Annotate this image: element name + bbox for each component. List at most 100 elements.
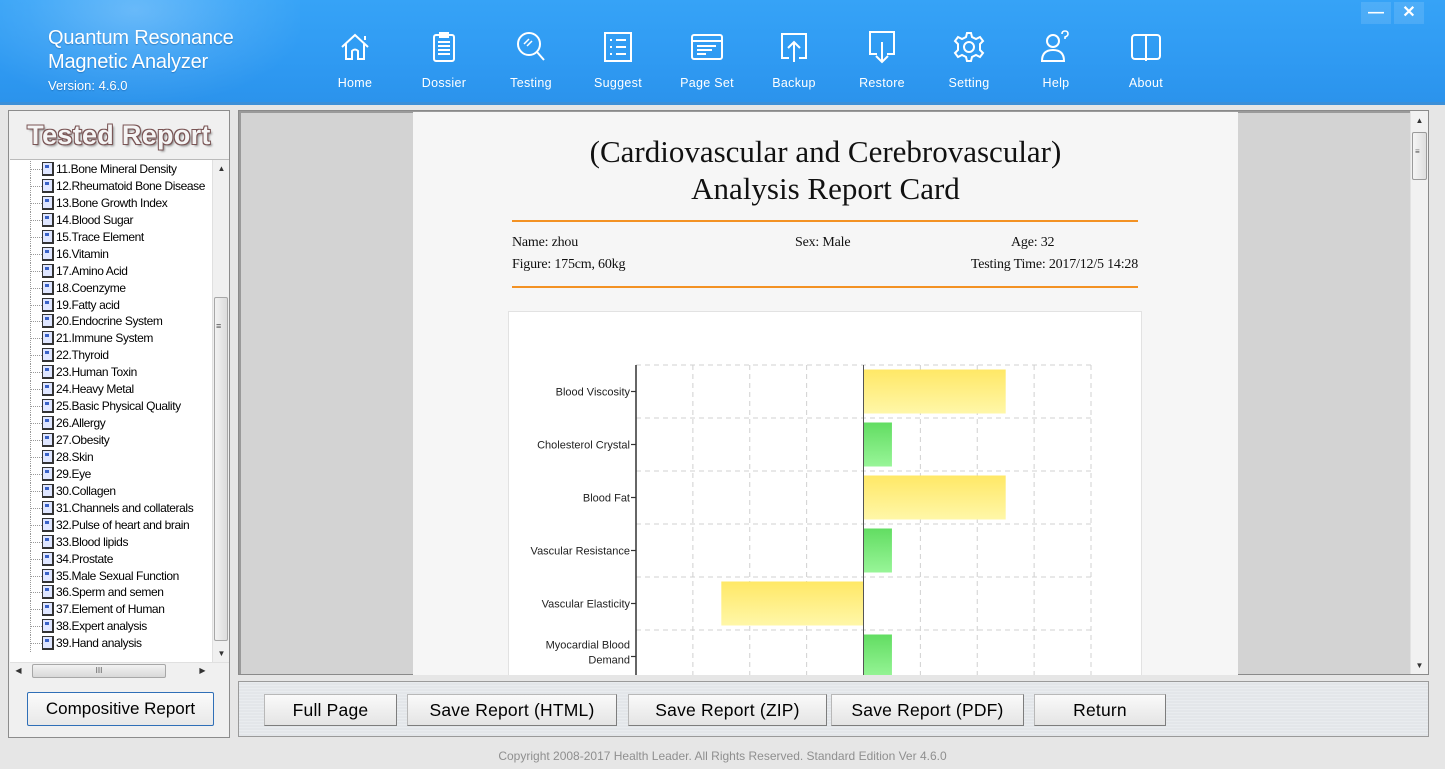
tree-scroll-thumb[interactable] [214,297,228,641]
tree-item[interactable]: 21.Immune System [10,330,210,348]
gear-icon [953,32,985,62]
document-icon [42,348,54,363]
tree-item[interactable]: 14.Blood Sugar [10,211,210,229]
tree-item[interactable]: 16.Vitamin [10,245,210,263]
tree-item[interactable]: 34.Prostate [10,550,210,568]
tree-item[interactable]: 27.Obesity [10,432,210,449]
document-icon [42,433,54,447]
tree-item[interactable]: 33.Blood lipids [10,533,210,551]
nav-restore-label: Restore [859,76,905,90]
tree-item[interactable]: 38.Expert analysis [10,618,210,636]
chart-category-label: Blood Viscosity [556,387,631,399]
tree-vertical-scrollbar[interactable]: ▲ ≡ ▼ [212,160,229,663]
scroll-up-arrow-icon[interactable]: ▲ [214,164,229,173]
nav-help[interactable]: Help [1016,30,1096,90]
tree-item[interactable]: 29.Eye [10,465,210,483]
chart-category-label-line: Vascular Resistance [531,546,630,558]
tree-item-label: 29.Eye [56,466,91,481]
window-icon [691,34,723,60]
compositive-report-button[interactable]: Compositive Report [27,692,214,726]
tree-item[interactable]: 15.Trace Element [10,228,210,246]
orange-divider-bottom [512,286,1138,288]
tree-item[interactable]: 31.Channels and collaterals [10,499,210,517]
tree-item[interactable]: 35.Male Sexual Function [10,567,210,585]
tree-item[interactable]: 20.Endocrine System [10,313,210,331]
tree-item[interactable]: 26.Allergy [10,415,210,433]
tree-item[interactable]: 28.Skin [10,448,210,466]
app-brand: Quantum Resonance Magnetic Analyzer Vers… [48,26,234,93]
save-report-html-button[interactable]: Save Report (HTML) [407,694,617,726]
tree-item[interactable]: 17.Amino Acid [10,262,210,280]
nav-page-set[interactable]: Page Set [667,30,747,90]
nav-about-label: About [1128,76,1164,90]
return-button[interactable]: Return [1034,694,1166,726]
report-title-line2: Analysis Report Card [691,171,960,206]
tree-hscroll-thumb[interactable]: III [32,664,166,678]
document-icon [42,619,54,634]
tree-item[interactable]: 22.Thyroid [10,347,210,365]
tree-horizontal-scrollbar[interactable]: ◀ III ▶ [10,662,229,679]
document-icon [42,585,54,600]
nav-home[interactable]: Home [315,30,395,90]
app-title-line1: Quantum Resonance [48,27,234,49]
app-version: Version: 4.6.0 [48,78,128,93]
viewer-scroll-down-icon[interactable]: ▼ [1412,661,1427,670]
minimize-button[interactable]: — [1361,2,1391,24]
magnifier-icon [517,32,545,61]
document-icon [42,636,54,651]
tree-item[interactable]: 30.Collagen [10,482,210,500]
tree-item-label: 32.Pulse of heart and brain [56,517,190,532]
tree-item-label: 28.Skin [56,449,94,464]
viewer-scroll-thumb[interactable] [1412,132,1427,180]
tree-item[interactable]: 32.Pulse of heart and brain [10,516,210,534]
tree-item[interactable]: 12.Rheumatoid Bone Disease [10,177,210,195]
tree-item[interactable]: 37.Element of Human [10,601,210,619]
nav-backup-label: Backup [772,76,816,90]
nav-backup[interactable]: Backup [754,30,834,90]
tree-item[interactable]: 36.Sperm and semen [10,584,210,602]
save-report-zip-button[interactable]: Save Report (ZIP) [628,694,827,726]
chart-category-label-line: Vascular Elasticity [542,599,631,611]
tree-item[interactable]: 13.Bone Growth Index [10,194,210,212]
scroll-right-arrow-icon[interactable]: ▶ [195,666,210,675]
tree-item[interactable]: 11.Bone Mineral Density [10,161,210,178]
nav-testing[interactable]: Testing [491,30,571,90]
document-icon [42,551,54,566]
report-action-bar: Full Page Save Report (HTML) Save Report… [238,681,1429,737]
scroll-grip-icon: ≡ [216,321,222,331]
full-page-button[interactable]: Full Page [264,694,397,726]
tree-item-label: 30.Collagen [56,483,116,498]
tree-item[interactable]: 18.Coenzyme [10,279,210,297]
tree-item-label: 27.Obesity [56,433,110,447]
scroll-down-arrow-icon[interactable]: ▼ [214,649,229,658]
scroll-left-arrow-icon[interactable]: ◀ [11,666,26,675]
tree-item[interactable]: 23.Human Toxin [10,364,210,382]
document-icon [42,314,54,329]
document-icon [42,162,54,176]
analysis-chart: Blood Viscosity Cholesterol Crystal Blood … [508,311,1142,675]
tree-item[interactable]: 39.Hand analysis [10,635,210,653]
tree-item[interactable]: 24.Heavy Metal [10,381,210,399]
nav-suggest[interactable]: Suggest [578,30,658,90]
tree-item-label: 20.Endocrine System [56,314,163,329]
nav-restore[interactable]: Restore [842,30,922,90]
tree-item-label: 19.Fatty acid [56,297,120,312]
viewer-vertical-scrollbar[interactable]: ▲ ≡ ▼ [1410,111,1428,674]
report-page: (Cardiovascular and Cerebrovascular) Ana… [413,112,1238,675]
nav-about[interactable]: About [1106,30,1186,90]
testing-time: Testing Time: 2017/12/5 14:28 [970,257,1138,272]
nav-dossier[interactable]: Dossier [404,30,484,90]
home-icon [341,33,369,60]
close-button[interactable]: ✕ [1394,2,1424,24]
tree-item-label: 13.Bone Growth Index [56,195,168,210]
viewer-scroll-up-icon[interactable]: ▲ [1412,116,1427,125]
tree-item[interactable]: 19.Fatty acid [10,296,210,314]
tree-item-label: 31.Channels and collaterals [56,500,194,515]
patient-age: Age: 32 [1011,235,1055,250]
document-icon [42,517,54,532]
tree-item-label: 25.Basic Physical Quality [56,399,181,414]
tree-item[interactable]: 25.Basic Physical Quality [10,398,210,416]
save-report-pdf-button[interactable]: Save Report (PDF) [831,694,1024,726]
chart-bar [863,422,892,467]
nav-setting[interactable]: Setting [929,30,1009,90]
